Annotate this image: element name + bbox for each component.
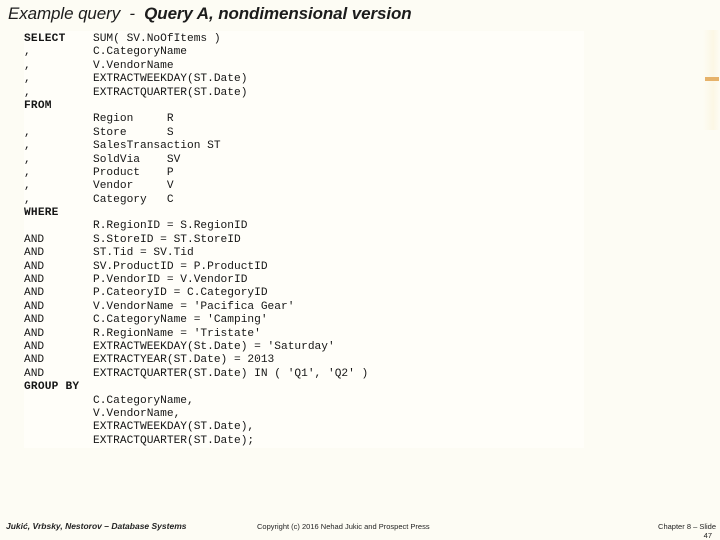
sql-operator: AND: [24, 260, 45, 273]
sql-expression: EXTRACTQUARTER(ST.Date): [93, 86, 248, 99]
sql-code-line: R.RegionID = S.RegionID: [24, 220, 584, 233]
sql-expression: EXTRACTWEEKDAY(ST.Date): [93, 73, 248, 86]
sql-expression: Product P: [93, 166, 174, 179]
sql-expression: SUM( SV.NoOfItems ): [93, 33, 221, 45]
sql-operator: AND: [24, 340, 45, 353]
sql-code-line: AND EXTRACTWEEKDAY(St.Date) = 'Saturday': [24, 341, 584, 354]
sql-code-line: V.VendorName,: [24, 408, 584, 421]
sql-expression: SV.ProductID = P.ProductID: [93, 260, 268, 273]
sql-operator: ,: [24, 126, 31, 139]
sql-operator: AND: [24, 233, 45, 246]
page-title: Example query - Query A, nondimensional …: [8, 4, 412, 24]
sql-keyword: FROM: [24, 99, 52, 112]
sql-expression: Store S: [93, 126, 174, 139]
sql-code-line: Region R: [24, 113, 584, 126]
slide-footer: Jukić, Vrbsky, Nestorov – Database Syste…: [0, 518, 720, 540]
sql-code-line: AND EXTRACTQUARTER(ST.Date) IN ( 'Q1', 'Q…: [24, 368, 584, 381]
sql-code-line: , EXTRACTQUARTER(ST.Date): [24, 87, 584, 100]
sql-expression: Region R: [93, 113, 174, 126]
sql-expression: Category C: [93, 193, 174, 206]
sql-expression: SalesTransaction ST: [93, 140, 221, 153]
sql-code-line: AND C.CategoryName = 'Camping': [24, 314, 584, 327]
sql-keyword: WHERE: [24, 207, 59, 220]
sql-expression: R.RegionName = 'Tristate': [93, 327, 261, 340]
sql-code-line: SELECT SUM( SV.NoOfItems ): [24, 33, 584, 46]
sql-code-line: AND V.VendorName = 'Pacifica Gear': [24, 301, 584, 314]
sql-code-line: , EXTRACTWEEKDAY(ST.Date): [24, 73, 584, 86]
sql-expression: C.CategoryName,: [93, 394, 194, 407]
sql-code-line: , C.CategoryName: [24, 46, 584, 59]
sql-keyword: SELECT: [24, 33, 66, 45]
accent-bar-icon: [705, 77, 719, 81]
sql-code-line: AND P.VendorID = V.VendorID: [24, 274, 584, 287]
sql-code-line: C.CategoryName,: [24, 395, 584, 408]
sql-operator: ,: [24, 46, 31, 59]
sql-operator: AND: [24, 354, 45, 367]
sql-code-line: , Category C: [24, 194, 584, 207]
sql-operator: ,: [24, 153, 31, 166]
sql-operator: AND: [24, 300, 45, 313]
sql-expression: C.CategoryName: [93, 46, 187, 59]
sql-expression: EXTRACTWEEKDAY(St.Date) = 'Saturday': [93, 340, 335, 353]
footer-attribution: Jukić, Vrbsky, Nestorov – Database Syste…: [6, 521, 187, 531]
sql-operator: ,: [24, 193, 31, 206]
sql-code-line: AND P.CateoryID = C.CategoryID: [24, 287, 584, 300]
sql-expression: V.VendorName,: [93, 407, 181, 420]
sql-code-line: , Vendor V: [24, 180, 584, 193]
sql-expression: SoldVia SV: [93, 153, 181, 166]
sql-code-line: , SalesTransaction ST: [24, 140, 584, 153]
sql-expression: S.StoreID = ST.StoreID: [93, 233, 241, 246]
sql-expression: P.VendorID = V.VendorID: [93, 274, 248, 287]
sql-operator: ,: [24, 180, 31, 193]
sql-code-line: FROM: [24, 100, 584, 113]
sql-expression: EXTRACTQUARTER(ST.Date) IN ( 'Q1', 'Q2' …: [93, 367, 369, 380]
sql-operator: ,: [24, 59, 31, 72]
sql-code-line: EXTRACTWEEKDAY(ST.Date),: [24, 421, 584, 434]
sql-expression: V.VendorName: [93, 59, 174, 72]
sql-operator: ,: [24, 86, 31, 99]
sql-code-line: WHERE: [24, 207, 584, 220]
page-title-prefix: Example query -: [8, 4, 145, 23]
sql-operator: AND: [24, 274, 45, 287]
sql-operator: AND: [24, 327, 45, 340]
sql-expression: P.CateoryID = C.CategoryID: [93, 287, 268, 300]
sql-code-line: , Store S: [24, 127, 584, 140]
sql-operator: ,: [24, 140, 31, 153]
sql-code-line: , SoldVia SV: [24, 154, 584, 167]
sql-expression: R.RegionID = S.RegionID: [93, 220, 248, 233]
sql-code-line: AND S.StoreID = ST.StoreID: [24, 234, 584, 247]
sql-expression: ST.Tid = SV.Tid: [93, 247, 194, 260]
sql-code-block: SELECT SUM( SV.NoOfItems ), C.CategoryName…: [24, 31, 584, 449]
sql-operator: AND: [24, 314, 45, 327]
page-title-emphasis: Query A, nondimensional version: [144, 4, 412, 23]
sql-code-line: AND R.RegionName = 'Tristate': [24, 328, 584, 341]
sql-expression: EXTRACTQUARTER(ST.Date);: [93, 434, 255, 447]
sql-operator: AND: [24, 367, 45, 380]
sql-expression: Vendor V: [93, 180, 174, 193]
sql-code-line: , Product P: [24, 167, 584, 180]
sql-code-line: , V.VendorName: [24, 60, 584, 73]
sql-expression: C.CategoryName = 'Camping': [93, 314, 268, 327]
sql-code-line: AND SV.ProductID = P.ProductID: [24, 261, 584, 274]
sql-expression: V.VendorName = 'Pacifica Gear': [93, 300, 295, 313]
sql-code-line: AND EXTRACTYEAR(ST.Date) = 2013: [24, 354, 584, 367]
sql-expression: EXTRACTYEAR(ST.Date) = 2013: [93, 354, 275, 367]
sql-expression: EXTRACTWEEKDAY(ST.Date),: [93, 421, 255, 434]
sql-code-line: AND ST.Tid = SV.Tid: [24, 247, 584, 260]
sql-operator: ,: [24, 166, 31, 179]
sql-code-line: GROUP BY: [24, 381, 584, 394]
footer-copyright: Copyright (c) 2016 Nehad Jukic and Prosp…: [257, 522, 430, 531]
sql-operator: ,: [24, 73, 31, 86]
footer-slide-number: 47: [703, 531, 712, 540]
sql-code-line: EXTRACTQUARTER(ST.Date);: [24, 435, 584, 448]
sql-operator: AND: [24, 247, 45, 260]
sql-operator: AND: [24, 287, 45, 300]
footer-chapter-label: Chapter 8 – Slide: [658, 522, 716, 531]
sql-keyword: GROUP BY: [24, 381, 80, 394]
